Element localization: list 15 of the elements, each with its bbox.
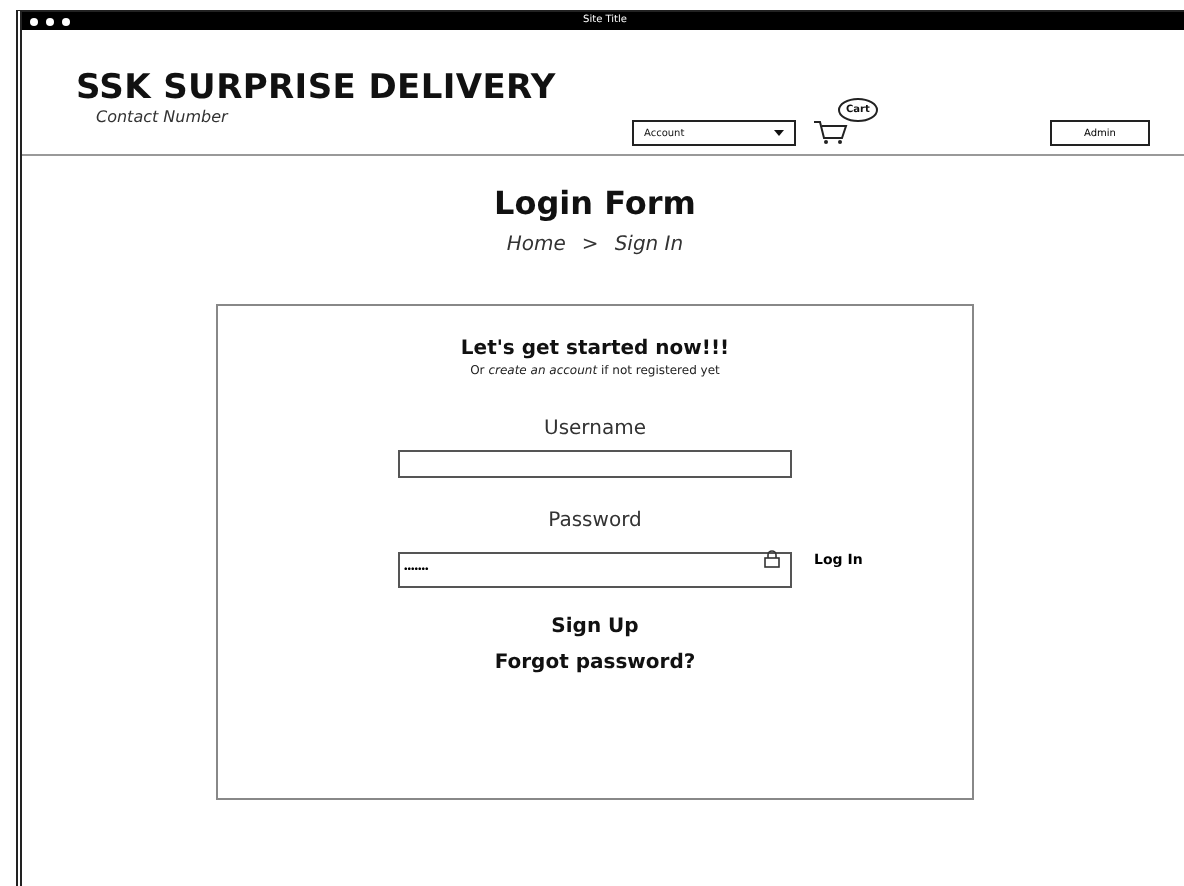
form-heading: Let's get started now!!! [460, 338, 730, 360]
username-label: Username [544, 418, 646, 440]
signup-link[interactable]: Sign Up [551, 616, 639, 638]
caret-icon [774, 130, 784, 136]
lock-icon [764, 550, 780, 568]
breadcrumb-item: > [581, 234, 599, 256]
breadcrumb-item[interactable]: Sign In [614, 234, 684, 256]
cart-icon[interactable] [812, 118, 848, 146]
password-label: Password [548, 510, 642, 532]
contact-number: Contact Number [96, 108, 231, 126]
page-title: Login Form [494, 184, 696, 222]
brand-name: SSK SURPRISE DELIVERY [76, 68, 556, 108]
forgot-password-link[interactable]: Forgot password? [494, 652, 696, 674]
username-field[interactable] [398, 450, 792, 478]
breadcrumb-item[interactable]: Home [506, 234, 566, 256]
